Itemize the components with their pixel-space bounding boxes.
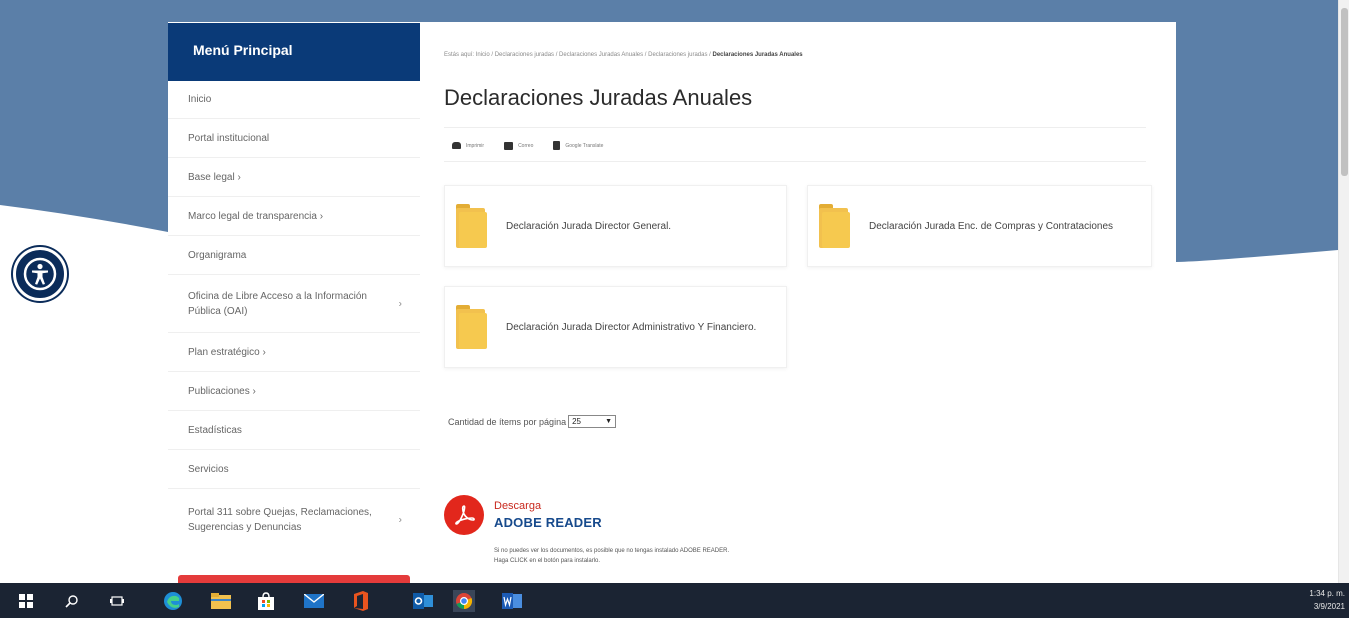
outlook-icon bbox=[413, 592, 433, 609]
sidebar-item-portal-institucional[interactable]: Portal institucional bbox=[168, 119, 420, 158]
document-title: Declaración Jurada Director Administrati… bbox=[506, 321, 757, 333]
breadcrumb-path[interactable]: Inicio / Declaraciones juradas / Declara… bbox=[476, 52, 713, 58]
document-title: Declaración Jurada Enc. de Compras y Con… bbox=[869, 220, 1114, 232]
taskbar-clock[interactable]: 1:34 p. m. 3/9/2021 bbox=[1309, 587, 1345, 613]
sidebar-item-label: Organigrama bbox=[188, 249, 247, 261]
folder-icon bbox=[819, 204, 850, 248]
sidebar-menu: Inicio Portal institucional Base legal ›… bbox=[168, 81, 420, 551]
search-button[interactable] bbox=[52, 583, 92, 618]
print-label: Imprimir bbox=[466, 142, 485, 149]
accessibility-button[interactable] bbox=[13, 247, 67, 301]
sidebar-item-marco-legal[interactable]: Marco legal de transparencia › bbox=[168, 197, 420, 236]
sidebar-item-portal-311[interactable]: Portal 311 sobre Quejas, Reclamaciones, … bbox=[168, 489, 420, 551]
chrome-icon bbox=[453, 589, 475, 612]
mail-icon bbox=[304, 593, 324, 608]
word-icon bbox=[502, 592, 522, 609]
divider bbox=[444, 161, 1146, 162]
sidebar-item-label: Portal institucional bbox=[188, 132, 270, 144]
sidebar-item-label: Servicios bbox=[188, 463, 229, 475]
windows-taskbar: 1:34 p. m. 3/9/2021 bbox=[0, 583, 1349, 618]
sidebar-red-bar[interactable] bbox=[178, 575, 410, 583]
main-content: Estás aquí: Inicio / Declaraciones jurad… bbox=[420, 23, 1176, 583]
outlook-button[interactable] bbox=[403, 583, 443, 618]
sidebar-item-organigrama[interactable]: Organigrama bbox=[168, 236, 420, 275]
email-label: Correo bbox=[518, 142, 534, 149]
print-icon bbox=[452, 142, 461, 149]
adobe-note: Si no puedes ver los documentos, es posi… bbox=[494, 546, 729, 566]
office-icon bbox=[354, 590, 368, 611]
main-menu-sidebar: Menú Principal Inicio Portal institucion… bbox=[168, 23, 420, 583]
chrome-button[interactable] bbox=[444, 583, 484, 618]
chevron-right-icon: › bbox=[398, 514, 402, 526]
items-per-page-value: 25 bbox=[572, 417, 581, 426]
print-button[interactable]: Imprimir bbox=[452, 142, 484, 149]
office-button[interactable] bbox=[341, 583, 381, 618]
translate-icon bbox=[553, 141, 561, 150]
task-view-button[interactable] bbox=[97, 583, 137, 618]
adobe-download-label: Descarga bbox=[494, 500, 542, 512]
sidebar-item-label: Portal 311 sobre Quejas, Reclamaciones, … bbox=[188, 507, 372, 533]
clock-date: 3/9/2021 bbox=[1313, 602, 1345, 611]
document-card[interactable]: Declaración Jurada Director General. bbox=[444, 185, 787, 267]
edge-browser-button[interactable] bbox=[153, 583, 193, 618]
task-view-icon bbox=[110, 595, 124, 606]
sidebar-item-estadisticas[interactable]: Estadísticas bbox=[168, 411, 420, 450]
envelope-icon bbox=[504, 141, 514, 150]
items-per-page-select[interactable]: 25 ▼ bbox=[568, 415, 617, 428]
chevron-right-icon: › bbox=[398, 298, 402, 309]
chevron-down-icon: ▼ bbox=[605, 418, 613, 425]
items-per-page-label: Cantidad de ítems por página bbox=[448, 416, 567, 427]
page-scrollbar[interactable] bbox=[1338, 0, 1349, 583]
document-card[interactable]: Declaración Jurada Enc. de Compras y Con… bbox=[807, 185, 1152, 267]
sidebar-item-inicio[interactable]: Inicio bbox=[168, 81, 420, 119]
page-title: Declaraciones Juradas Anuales bbox=[444, 85, 753, 110]
file-explorer-button[interactable] bbox=[201, 583, 241, 618]
folder-icon bbox=[456, 305, 487, 349]
sidebar-item-oai[interactable]: Oficina de Libre Acceso a la Información… bbox=[168, 275, 420, 333]
adobe-reader-label: ADOBE READER bbox=[494, 515, 602, 530]
sidebar-item-label: Marco legal de transparencia › bbox=[188, 210, 324, 222]
store-icon bbox=[258, 591, 274, 610]
sidebar-title: Menú Principal bbox=[168, 23, 420, 81]
start-button[interactable] bbox=[6, 583, 46, 618]
windows-icon bbox=[19, 593, 33, 608]
adobe-note-line: Si no puedes ver los documentos, es posi… bbox=[494, 548, 730, 554]
sidebar-item-label: Estadísticas bbox=[188, 424, 242, 436]
folder-icon bbox=[211, 592, 231, 609]
breadcrumb-prefix: Estás aquí: bbox=[444, 52, 476, 58]
sidebar-item-label: Publicaciones › bbox=[188, 385, 256, 397]
email-button[interactable]: Correo bbox=[504, 141, 534, 150]
word-button[interactable] bbox=[492, 583, 532, 618]
sidebar-item-label: Inicio bbox=[188, 94, 212, 105]
sidebar-item-base-legal[interactable]: Base legal › bbox=[168, 158, 420, 197]
mail-button[interactable] bbox=[294, 583, 334, 618]
sidebar-item-servicios[interactable]: Servicios bbox=[168, 450, 420, 489]
page-toolbar: Imprimir Correo Google Translate bbox=[452, 141, 603, 150]
divider bbox=[444, 127, 1146, 128]
edge-icon bbox=[164, 591, 182, 610]
accessibility-icon bbox=[23, 257, 57, 291]
store-button[interactable] bbox=[246, 583, 286, 618]
document-card[interactable]: Declaración Jurada Director Administrati… bbox=[444, 286, 787, 368]
clock-time: 1:34 p. m. bbox=[1309, 589, 1345, 598]
sidebar-item-label: Plan estratégico › bbox=[188, 346, 266, 358]
sidebar-item-plan-estrategico[interactable]: Plan estratégico › bbox=[168, 333, 420, 372]
adobe-note-line: Haga CLICK en el botón para instalarlo. bbox=[494, 558, 601, 564]
sidebar-item-label: Oficina de Libre Acceso a la Información… bbox=[188, 290, 367, 317]
sidebar-item-label: Base legal › bbox=[188, 171, 241, 183]
adobe-pdf-icon bbox=[444, 495, 484, 535]
translate-button[interactable]: Google Translate bbox=[553, 141, 603, 150]
breadcrumb-current: Declaraciones Juradas Anuales bbox=[712, 52, 803, 58]
translate-label: Google Translate bbox=[565, 142, 604, 149]
folder-icon bbox=[456, 204, 487, 248]
search-icon bbox=[65, 594, 78, 608]
sidebar-item-publicaciones[interactable]: Publicaciones › bbox=[168, 372, 420, 411]
scrollbar-thumb[interactable] bbox=[1341, 8, 1348, 176]
breadcrumb: Estás aquí: Inicio / Declaraciones jurad… bbox=[444, 52, 803, 58]
document-title: Declaración Jurada Director General. bbox=[506, 220, 672, 232]
items-per-page: Cantidad de ítems por página 25 ▼ bbox=[448, 415, 617, 428]
